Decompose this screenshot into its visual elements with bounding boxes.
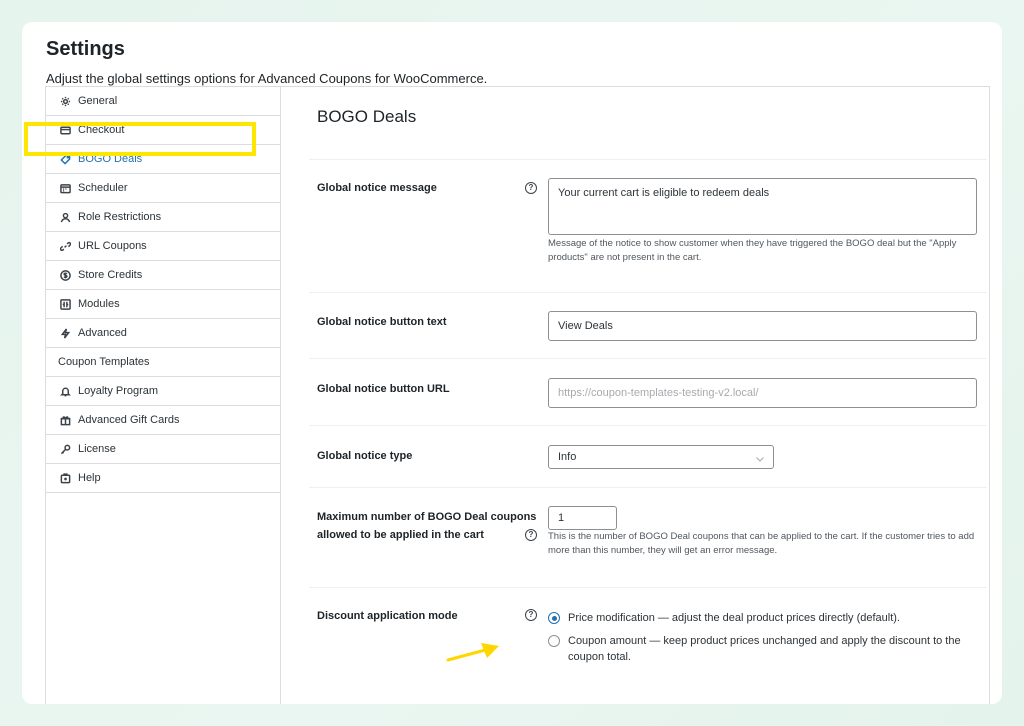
calendar-icon bbox=[58, 181, 72, 195]
arrow-annotation-icon bbox=[446, 643, 499, 662]
settings-card: Settings Adjust the global settings opti… bbox=[22, 22, 1002, 704]
notice-message-textarea[interactable]: Your current cart is eligible to redeem … bbox=[548, 178, 977, 235]
sidebar-item-label: Advanced Gift Cards bbox=[78, 414, 180, 426]
settings-content: BOGO Deals Global notice message ? Your … bbox=[289, 87, 987, 704]
tag-icon bbox=[58, 152, 72, 166]
sidebar-item-loyalty-program[interactable]: Loyalty Program bbox=[46, 377, 280, 406]
notice-type-select[interactable]: Info bbox=[548, 445, 774, 469]
gear-icon bbox=[58, 94, 72, 108]
sidebar-item-scheduler[interactable]: Scheduler bbox=[46, 174, 280, 203]
chevron-down-icon bbox=[756, 457, 764, 462]
sidebar-item-label: Modules bbox=[78, 298, 120, 310]
help-icon[interactable]: ? bbox=[525, 609, 537, 621]
card-icon bbox=[58, 123, 72, 137]
notice-message-label: Global notice message bbox=[317, 182, 437, 194]
settings-sidebar: General Checkout BOGO Deals Scheduler Ro… bbox=[46, 87, 281, 704]
sidebar-item-label: URL Coupons bbox=[78, 240, 147, 252]
sidebar-item-label: BOGO Deals bbox=[78, 153, 143, 165]
radio-price-modification[interactable]: Price modification — adjust the deal pro… bbox=[548, 610, 978, 626]
grid-icon bbox=[58, 297, 72, 311]
sidebar-item-label: Scheduler bbox=[78, 182, 128, 194]
sidebar-item-label: Loyalty Program bbox=[78, 385, 159, 397]
sidebar-item-label: Store Credits bbox=[78, 269, 143, 281]
bolt-icon bbox=[58, 326, 72, 340]
dollar-circle-icon bbox=[58, 268, 72, 282]
sidebar-item-label: Role Restrictions bbox=[78, 211, 162, 223]
sidebar-item-coupon-templates[interactable]: Coupon Templates bbox=[46, 348, 280, 377]
max-coupons-label-line2: allowed to be applied in the cart bbox=[317, 529, 484, 541]
link-icon bbox=[58, 239, 72, 253]
max-coupons-description: This is the number of BOGO Deal coupons … bbox=[548, 531, 975, 556]
max-coupons-label-line1: Maximum number of BOGO Deal coupons bbox=[317, 511, 537, 523]
sidebar-item-role-restrictions[interactable]: Role Restrictions bbox=[46, 203, 280, 232]
button-text-label: Global notice button text bbox=[317, 316, 447, 328]
notice-type-label: Global notice type bbox=[317, 450, 413, 462]
radio-label: Coupon amount — keep product prices unch… bbox=[568, 635, 961, 663]
settings-panel: General Checkout BOGO Deals Scheduler Ro… bbox=[45, 86, 990, 704]
sidebar-item-label: Coupon Templates bbox=[58, 356, 150, 368]
divider bbox=[309, 487, 987, 488]
sidebar-item-url-coupons[interactable]: URL Coupons bbox=[46, 232, 280, 261]
page-title: Settings bbox=[46, 38, 125, 60]
radio-coupon-amount[interactable]: Coupon amount — keep product prices unch… bbox=[548, 633, 988, 665]
sidebar-item-label: Advanced bbox=[78, 327, 127, 339]
sidebar-item-label: General bbox=[78, 95, 118, 107]
radio-label: Price modification — adjust the deal pro… bbox=[568, 612, 900, 624]
sidebar-item-license[interactable]: License bbox=[46, 435, 280, 464]
sidebar-item-store-credits[interactable]: Store Credits bbox=[46, 261, 280, 290]
notice-type-value: Info bbox=[558, 451, 577, 463]
sidebar-item-help[interactable]: Help bbox=[46, 464, 280, 493]
sidebar-item-advanced-gift-cards[interactable]: Advanced Gift Cards bbox=[46, 406, 280, 435]
sidebar-item-general[interactable]: General bbox=[46, 87, 280, 116]
sidebar-item-label: License bbox=[78, 443, 116, 455]
sidebar-item-advanced[interactable]: Advanced bbox=[46, 319, 280, 348]
max-coupons-input[interactable] bbox=[548, 506, 617, 530]
notice-message-description: Message of the notice to show customer w… bbox=[548, 238, 957, 263]
button-url-label: Global notice button URL bbox=[317, 383, 450, 395]
sidebar-item-modules[interactable]: Modules bbox=[46, 290, 280, 319]
sidebar-item-bogo-deals[interactable]: BOGO Deals bbox=[46, 145, 280, 174]
bell-icon bbox=[58, 384, 72, 398]
gift-icon bbox=[58, 413, 72, 427]
divider bbox=[309, 425, 987, 426]
help-icon[interactable]: ? bbox=[525, 529, 537, 541]
sidebar-item-label: Help bbox=[78, 472, 101, 484]
sidebar-item-checkout[interactable]: Checkout bbox=[46, 116, 280, 145]
sidebar-item-label: Checkout bbox=[78, 124, 125, 136]
user-icon bbox=[58, 210, 72, 224]
help-box-icon bbox=[58, 471, 72, 485]
section-title: BOGO Deals bbox=[317, 107, 417, 126]
button-url-input[interactable] bbox=[548, 378, 977, 408]
page-description: Adjust the global settings options for A… bbox=[46, 71, 488, 86]
max-coupons-label: Maximum number of BOGO Deal coupons allo… bbox=[317, 508, 536, 544]
divider bbox=[309, 358, 987, 359]
divider bbox=[309, 159, 987, 160]
key-icon bbox=[58, 442, 72, 456]
radio-button[interactable] bbox=[548, 612, 560, 624]
discount-mode-label: Discount application mode bbox=[317, 610, 458, 622]
button-text-input[interactable] bbox=[548, 311, 977, 341]
divider bbox=[309, 292, 987, 293]
radio-button[interactable] bbox=[548, 635, 560, 647]
divider bbox=[309, 587, 987, 588]
help-icon[interactable]: ? bbox=[525, 182, 537, 194]
